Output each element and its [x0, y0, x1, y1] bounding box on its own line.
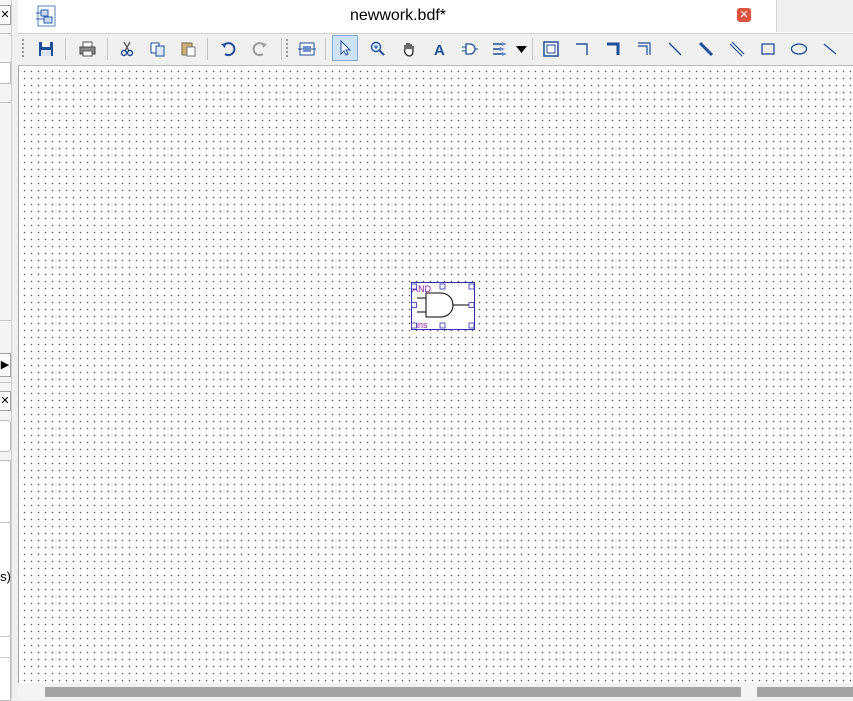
- pin-handle[interactable]: [411, 283, 417, 290]
- orthogonal-node-tool-icon[interactable]: [571, 38, 593, 60]
- left-panel-partial-text: s): [0, 569, 11, 584]
- block-editor-toolbar: A: [18, 34, 853, 66]
- pin-handle[interactable]: [411, 302, 417, 308]
- divider: [0, 522, 11, 523]
- divider: [0, 382, 11, 383]
- oval-tool-icon[interactable]: [788, 38, 810, 60]
- expand-arrow-button[interactable]: ▶: [0, 353, 11, 377]
- paste-icon[interactable]: [178, 38, 200, 60]
- divider: [0, 657, 11, 658]
- schematic-canvas[interactable]: AND nns: [18, 66, 853, 683]
- pin-handle[interactable]: [439, 322, 446, 329]
- document-window: newwork.bdf* ✕ A AND nns: [18, 0, 853, 699]
- redo-icon[interactable]: [249, 38, 271, 60]
- toolbar-separator: [65, 38, 66, 60]
- svg-text:A: A: [434, 42, 445, 57]
- pin-handle[interactable]: [439, 283, 446, 290]
- and-gate-symbol[interactable]: AND nns: [411, 282, 475, 330]
- toolbar-separator: [532, 38, 533, 60]
- and-gate-body: [425, 292, 454, 318]
- divider: [0, 33, 11, 34]
- print-icon[interactable]: [76, 38, 98, 60]
- document-title: newwork.bdf*: [349, 7, 447, 24]
- toolbar-separator: [325, 38, 326, 60]
- toolbar-grip[interactable]: [22, 39, 24, 59]
- copy-icon[interactable]: [147, 38, 169, 60]
- conduit-tool-icon[interactable]: [726, 38, 748, 60]
- block-tool-square-icon[interactable]: [540, 38, 562, 60]
- node-tool-icon[interactable]: [664, 38, 686, 60]
- pin-tool-icon[interactable]: [490, 38, 512, 60]
- scrollbar-thumb-right[interactable]: [757, 687, 853, 697]
- cut-icon[interactable]: [116, 38, 138, 60]
- toolbar-grip-2[interactable]: [286, 39, 288, 59]
- text-tool-icon[interactable]: A: [429, 38, 451, 60]
- block-tool-icon[interactable]: [296, 38, 318, 60]
- toolbar-separator: [281, 38, 282, 60]
- toolbar-separator: [107, 38, 108, 60]
- left-panel-edge: ✕ ▶ ✕ s): [0, 0, 12, 701]
- orthogonal-bus-tool-icon[interactable]: [602, 38, 624, 60]
- pin-handle[interactable]: [411, 322, 417, 329]
- toolbar-separator: [207, 38, 208, 60]
- document-titlebar: newwork.bdf* ✕: [18, 0, 853, 34]
- line-tool-icon[interactable]: [819, 38, 841, 60]
- close-document-button[interactable]: ✕: [737, 8, 751, 22]
- hand-tool-icon[interactable]: [398, 38, 420, 60]
- left-panel-search[interactable]: [0, 420, 11, 452]
- divider: [0, 320, 11, 321]
- divider: [0, 102, 11, 103]
- selection-tool-icon[interactable]: [332, 35, 358, 61]
- pin-handle[interactable]: [468, 302, 475, 308]
- pin-handle[interactable]: [468, 283, 475, 290]
- undo-icon[interactable]: [217, 38, 239, 60]
- divider: [0, 636, 11, 637]
- scrollbar-thumb[interactable]: [45, 687, 741, 697]
- symbol-tool-icon[interactable]: [459, 38, 481, 60]
- bus-tool-icon[interactable]: [695, 38, 717, 60]
- horizontal-scrollbar[interactable]: [18, 683, 853, 699]
- orthogonal-conduit-tool-icon[interactable]: [633, 38, 655, 60]
- left-panel-field[interactable]: [0, 62, 11, 84]
- zoom-tool-icon[interactable]: [367, 38, 389, 60]
- save-icon[interactable]: [35, 38, 57, 60]
- left-panel-close-button[interactable]: ✕: [0, 5, 11, 25]
- left-panel-close-button-2[interactable]: ✕: [0, 391, 11, 411]
- pin-handle[interactable]: [468, 322, 475, 329]
- dropdown-arrow-icon[interactable]: [515, 38, 527, 60]
- rectangle-tool-icon[interactable]: [757, 38, 779, 60]
- titlebar-filler: [776, 0, 853, 32]
